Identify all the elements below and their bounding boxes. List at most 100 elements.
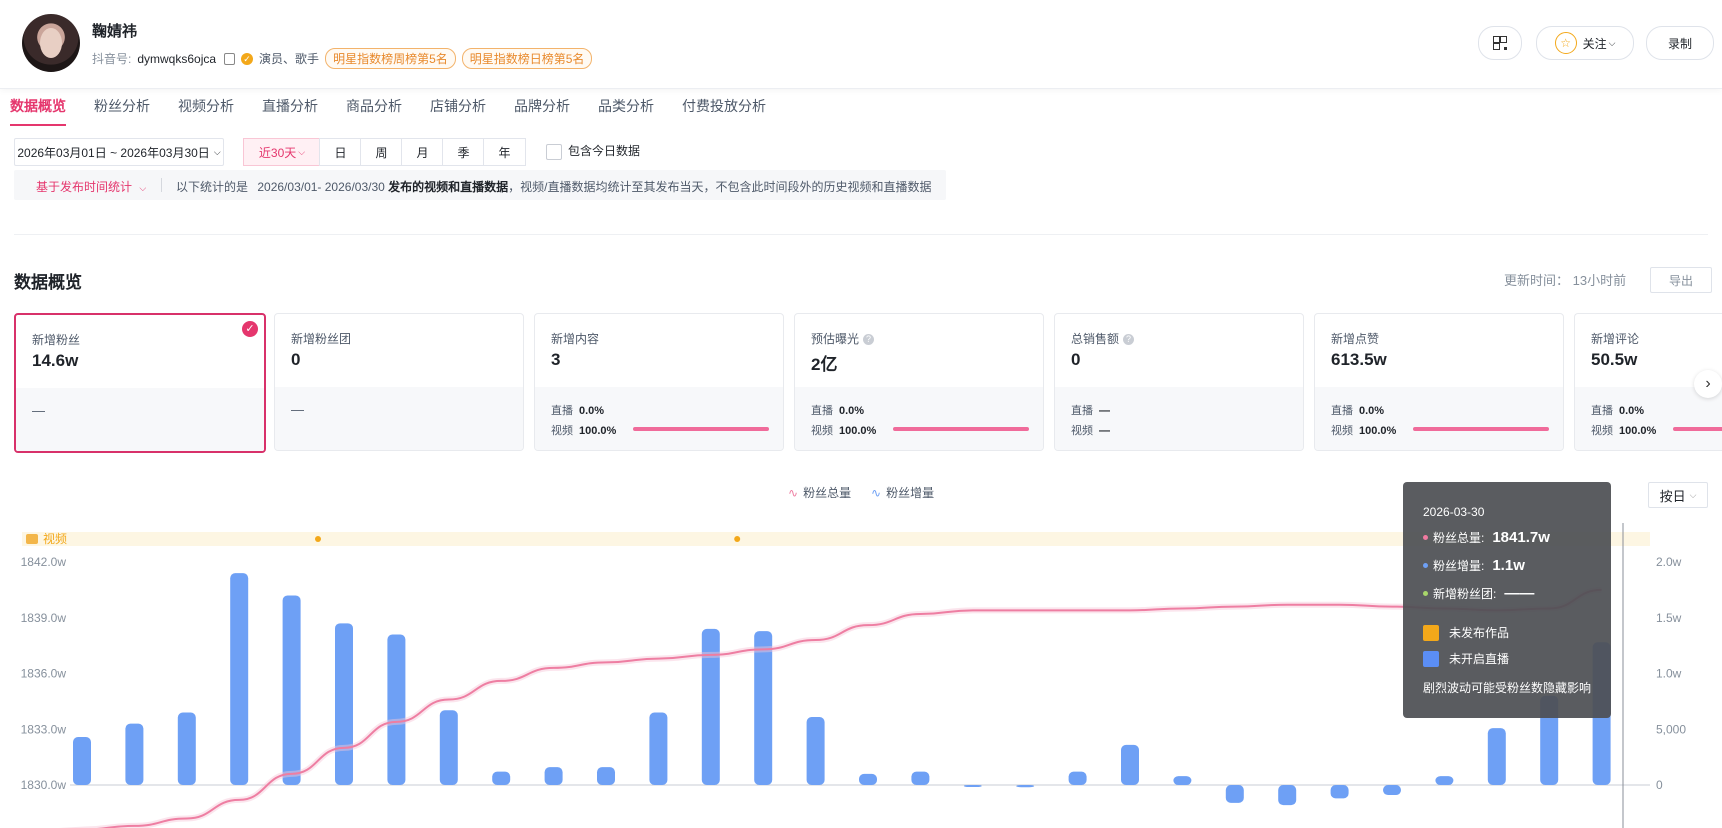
date-range-picker[interactable]: 2026年03月01日 ~ 2026年03月30日 ⌵ [14,138,224,166]
rank-tag-weekly[interactable]: 明星指数榜周榜第5名 [325,48,456,69]
fans-increment-bar[interactable] [335,623,353,785]
fans-increment-bar[interactable] [1016,785,1035,788]
fans-increment-bar[interactable] [282,595,301,785]
card-footer [1315,387,1563,450]
metric-card-new-fan-club[interactable]: 新增粉丝团 0 — [274,313,524,451]
live-share: 直播 0.0% [811,402,864,418]
live-label: 直播 [1331,405,1353,417]
legend-fans-total[interactable]: ∿ 粉丝总量 [788,484,851,501]
fans-increment-bar[interactable] [177,712,196,785]
tab-brands[interactable]: 品牌分析 [514,96,570,122]
live-value: 0.0% [839,405,865,417]
fans-increment-bar[interactable] [73,737,91,785]
fans-increment-bar[interactable] [649,712,668,785]
legend-fans-increment[interactable]: ∿ 粉丝增量 [871,484,934,501]
fans-increment-bar[interactable] [1435,776,1454,785]
rank-tag-daily[interactable]: 明星指数榜日榜第5名 [461,48,593,69]
period-day[interactable]: 日 [319,138,362,166]
granularity-label: 按日 [1659,488,1686,504]
tab-fans[interactable]: 粉丝分析 [94,96,150,122]
fans-increment-bar[interactable] [230,573,249,785]
metric-card-est-exposure[interactable]: 预估曝光? 2亿 直播 0.0% 视频 100.0% [794,313,1044,451]
fans-increment-bar[interactable] [439,710,458,785]
fans-increment-bar[interactable] [125,723,144,785]
desc-prefix: 以下统计的是 [176,180,249,194]
verified-icon: ✓ [241,52,254,65]
fans-increment-bar[interactable] [1278,785,1297,806]
video-marker-dot[interactable] [734,536,741,542]
video-share: 视频 100.0% [551,422,616,438]
fans-increment-bar[interactable] [1383,785,1401,796]
granularity-dropdown[interactable]: 按日 ⌵ [1648,482,1708,508]
left-axis-tick-label: 1830.0w [21,778,67,792]
qr-code-icon [1493,36,1507,50]
metric-value: 14.6w [32,351,79,370]
star-icon: ☆ [1554,32,1577,54]
fans-increment-bar[interactable] [806,716,825,785]
video-marker-dot[interactable] [315,536,321,542]
fans-increment-bar[interactable] [1330,785,1349,799]
metric-value: 0 [1071,350,1081,369]
metric-card-new-fans[interactable]: 新增粉丝 14.6w — ✓ [14,313,266,453]
video-share: 视频 — [1071,422,1110,438]
fans-total-line[interactable] [37,588,1602,828]
tab-products[interactable]: 商品分析 [346,96,402,122]
live-value: 0.0% [1359,405,1385,417]
right-axis-tick-label: 2.0w [1656,555,1682,569]
tab-video[interactable]: 视频分析 [178,96,234,122]
export-button[interactable]: 导出 [1650,267,1712,293]
fans-increment-bar[interactable] [597,767,615,785]
tab-live[interactable]: 直播分析 [262,96,318,122]
tooltip-status-live: 未开启直播 [1423,650,1509,667]
metric-card-total-sales[interactable]: 总销售额? 0 直播 — 视频 — [1054,313,1304,451]
stat-basis-dropdown[interactable]: 基于发布时间统计 ⌵ [36,178,146,195]
include-today-label[interactable]: 包含今日数据 [568,142,640,159]
video-track-icon [26,534,38,544]
fans-increment-bar[interactable] [387,634,406,785]
next-cards-arrow[interactable]: › [1694,370,1722,398]
qr-code-button[interactable] [1478,26,1522,60]
fans-increment-bar[interactable] [492,771,511,785]
tab-shops[interactable]: 店铺分析 [430,96,486,122]
left-axis-tick-label: 1839.0w [21,611,67,625]
fans-increment-bar[interactable] [963,785,982,787]
metric-card-new-likes[interactable]: 新增点赞 613.5w 直播 0.0% 视频 100.0% [1314,313,1564,451]
fans-increment-bar[interactable] [1487,728,1506,785]
desc-bold: 发布的视频和直播数据 [388,180,509,194]
period-quarter[interactable]: 季 [442,138,485,166]
metric-label: 新增点赞 [1331,332,1380,346]
avatar[interactable] [22,14,80,72]
tab-paid-ads[interactable]: 付费投放分析 [682,96,766,122]
tab-categories[interactable]: 品类分析 [598,96,654,122]
fans-increment-bar[interactable] [1173,776,1192,785]
selected-check-icon: ✓ [242,321,258,337]
period-week[interactable]: 周 [360,138,403,166]
fans-increment-bar[interactable] [859,773,877,785]
video-track-label: 视频 [43,531,67,546]
metric-card-new-content[interactable]: 新增内容 3 直播 0.0% 视频 100.0% [534,313,784,451]
video-share: 视频 100.0% [811,422,876,438]
period-month[interactable]: 月 [401,138,444,166]
chevron-down-icon: ⌵ [1689,489,1697,500]
copy-icon[interactable] [224,52,236,65]
quick-range-dropdown[interactable]: 近30天 ⌵ [243,138,321,166]
fans-increment-bar[interactable] [1068,771,1087,785]
help-icon[interactable]: ? [1123,334,1135,345]
fans-increment-bar[interactable] [1225,785,1244,803]
tab-data-overview[interactable]: 数据概览 [10,96,66,126]
fans-increment-bar[interactable] [544,767,563,785]
fans-increment-bar[interactable] [911,771,930,785]
follow-button[interactable]: ☆ 关注 ⌵ [1536,26,1634,60]
include-today-checkbox[interactable] [546,144,562,160]
record-button[interactable]: 录制 [1646,26,1714,60]
video-share: 视频 100.0% [1331,422,1396,438]
live-share: 直播 0.0% [551,402,604,418]
help-icon[interactable]: ? [863,334,875,345]
video-value: 100.0% [1359,425,1397,437]
fans-increment-bar[interactable] [754,631,773,785]
fans-increment-bar[interactable] [1121,744,1139,785]
video-camera-icon [1423,624,1439,641]
period-year[interactable]: 年 [483,138,526,166]
video-value: 100.0% [1619,425,1657,437]
section-title: 数据概览 [14,273,82,292]
